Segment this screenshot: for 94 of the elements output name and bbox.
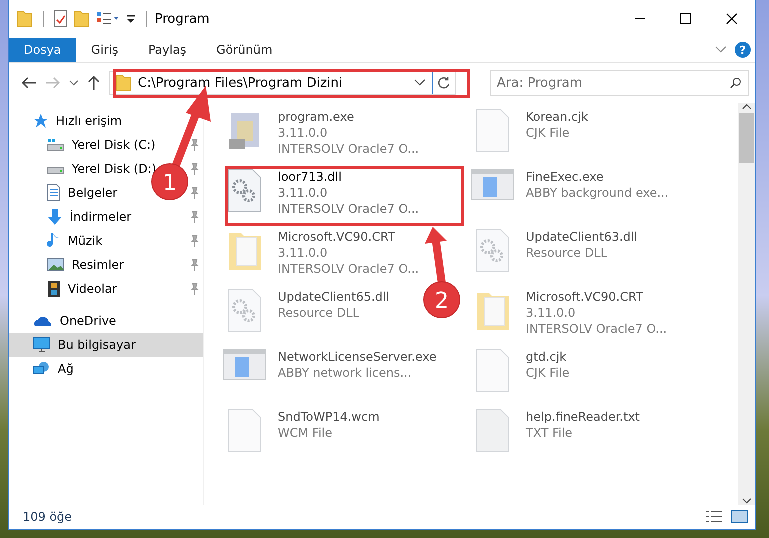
sidebar-item[interactable]: Videolar xyxy=(68,282,118,296)
folder-icon xyxy=(116,74,132,92)
ribbon-tab[interactable]: Görünüm xyxy=(202,38,288,62)
file-detail: 3.11.0.0 xyxy=(278,185,329,201)
file-name[interactable]: Microsoft.VC90.CRT xyxy=(526,289,668,305)
gear-file-icon xyxy=(476,229,510,273)
star-icon xyxy=(33,113,49,129)
refresh-icon[interactable] xyxy=(437,76,451,90)
sidebar-item[interactable]: Yerel Disk (C:) xyxy=(72,138,156,152)
address-field[interactable]: C:\Program Files\Program Dizini xyxy=(109,71,456,95)
file-detail: INTERSOLV Oracle7 O... xyxy=(526,321,668,337)
sidebar-item[interactable]: Ağ xyxy=(58,362,74,376)
file-name[interactable]: FineExec.exe xyxy=(526,169,669,185)
picture-icon xyxy=(47,258,65,272)
file-name[interactable]: UpdateClient65.dll xyxy=(278,289,390,305)
file-detail: CJK File xyxy=(526,365,570,381)
file-name[interactable]: Microsoft.VC90.CRT xyxy=(278,229,420,245)
blank-file-icon xyxy=(476,109,510,153)
search-field[interactable]: Ara: Program xyxy=(490,70,749,96)
music-note-icon xyxy=(47,232,61,250)
file-name[interactable]: loor713.dll xyxy=(278,169,420,185)
file-name[interactable]: Korean.cjk xyxy=(526,109,588,125)
file-detail: INTERSOLV Oracle7 O... xyxy=(278,201,420,217)
scrollbar-thumb[interactable] xyxy=(739,113,754,163)
pin-icon[interactable] xyxy=(190,235,200,247)
down-arrow-icon xyxy=(47,208,63,226)
ribbon-tab[interactable]: Dosya xyxy=(9,38,76,62)
caret-down-icon[interactable] xyxy=(742,497,752,505)
file-detail: TXT File xyxy=(526,425,574,441)
file-detail: INTERSOLV Oracle7 O... xyxy=(278,261,420,277)
file-detail: Resource DLL xyxy=(278,305,360,321)
sidebar-item[interactable]: Bu bilgisayar xyxy=(58,338,136,352)
network-globe-icon xyxy=(33,361,51,377)
pin-icon[interactable] xyxy=(190,211,200,223)
properties-icon[interactable] xyxy=(96,11,120,27)
search-icon[interactable] xyxy=(730,77,742,89)
file-name[interactable]: help.fineReader.txt xyxy=(526,409,640,425)
gear-file-icon xyxy=(228,289,262,333)
customize-toolbar-icon[interactable] xyxy=(126,13,136,25)
scrollbar[interactable] xyxy=(738,103,755,505)
file-name[interactable]: gtd.cjk xyxy=(526,349,570,365)
file-detail: CJK File xyxy=(526,125,571,141)
gear-file-icon xyxy=(228,169,262,213)
window-icon xyxy=(223,349,267,381)
window-title: Program xyxy=(155,12,210,26)
sidebar-item[interactable]: İndirmeler xyxy=(70,210,132,224)
cloud-icon xyxy=(33,315,53,327)
monitor-icon xyxy=(33,337,51,353)
pointer-arrow xyxy=(425,227,447,284)
caret-up-icon[interactable] xyxy=(742,103,752,111)
blank-file-icon xyxy=(476,349,510,393)
help-button[interactable]: ? xyxy=(735,42,751,58)
file-detail: 3.11.0.0 xyxy=(278,125,329,141)
text-file-icon xyxy=(476,409,510,453)
details-view-icon[interactable] xyxy=(705,510,723,524)
document-icon xyxy=(47,184,61,202)
up-arrow-icon[interactable] xyxy=(87,75,101,91)
sidebar-item[interactable]: OneDrive xyxy=(60,314,116,328)
pin-icon[interactable] xyxy=(190,259,200,271)
file-detail: 3.11.0.0 xyxy=(526,305,577,321)
number-badge: 2 xyxy=(424,282,460,318)
sidebar-item[interactable]: Müzik xyxy=(68,234,103,248)
sidebar-item[interactable]: Hızlı erişim xyxy=(56,114,122,128)
file-detail: ABBY network licens... xyxy=(278,365,413,381)
ribbon-tab[interactable]: Paylaş xyxy=(133,38,202,62)
back-arrow-icon[interactable] xyxy=(21,76,37,90)
pin-icon[interactable] xyxy=(190,139,200,151)
folder-icon xyxy=(17,10,33,28)
pin-icon[interactable] xyxy=(190,187,200,199)
sidebar-item[interactable]: Yerel Disk (D:) xyxy=(72,162,157,176)
file-detail: Resource DLL xyxy=(526,245,608,261)
blank-file-icon xyxy=(228,409,262,453)
sidebar-item[interactable]: Resimler xyxy=(72,258,124,272)
item-count: 109 öğe xyxy=(23,510,74,524)
file-name[interactable]: NetworkLicenseServer.exe xyxy=(278,349,437,365)
file-detail: ABBY background exe... xyxy=(526,185,669,201)
pin-icon[interactable] xyxy=(190,283,200,295)
chevron-down-icon[interactable] xyxy=(69,79,79,87)
checklist-icon[interactable] xyxy=(54,10,68,28)
sidebar-item[interactable]: Belgeler xyxy=(68,186,118,200)
large-icons-view-icon[interactable] xyxy=(731,510,749,524)
file-detail: WCM File xyxy=(278,425,334,441)
file-name[interactable]: SndToWP14.wcm xyxy=(278,409,380,425)
file-name[interactable]: program.exe xyxy=(278,109,420,125)
windows-drive-icon xyxy=(47,138,65,152)
film-icon xyxy=(47,280,61,298)
file-name[interactable]: UpdateClient63.dll xyxy=(526,229,638,245)
chevron-down-icon[interactable] xyxy=(414,79,426,87)
file-detail: INTERSOLV Oracle7 O... xyxy=(278,141,420,157)
file-detail: 3.11.0.0 xyxy=(278,245,329,261)
ribbon-tab[interactable]: Giriş xyxy=(76,38,134,62)
window-icon xyxy=(471,169,515,201)
pin-icon[interactable] xyxy=(190,163,200,175)
new-folder-icon xyxy=(74,10,90,28)
